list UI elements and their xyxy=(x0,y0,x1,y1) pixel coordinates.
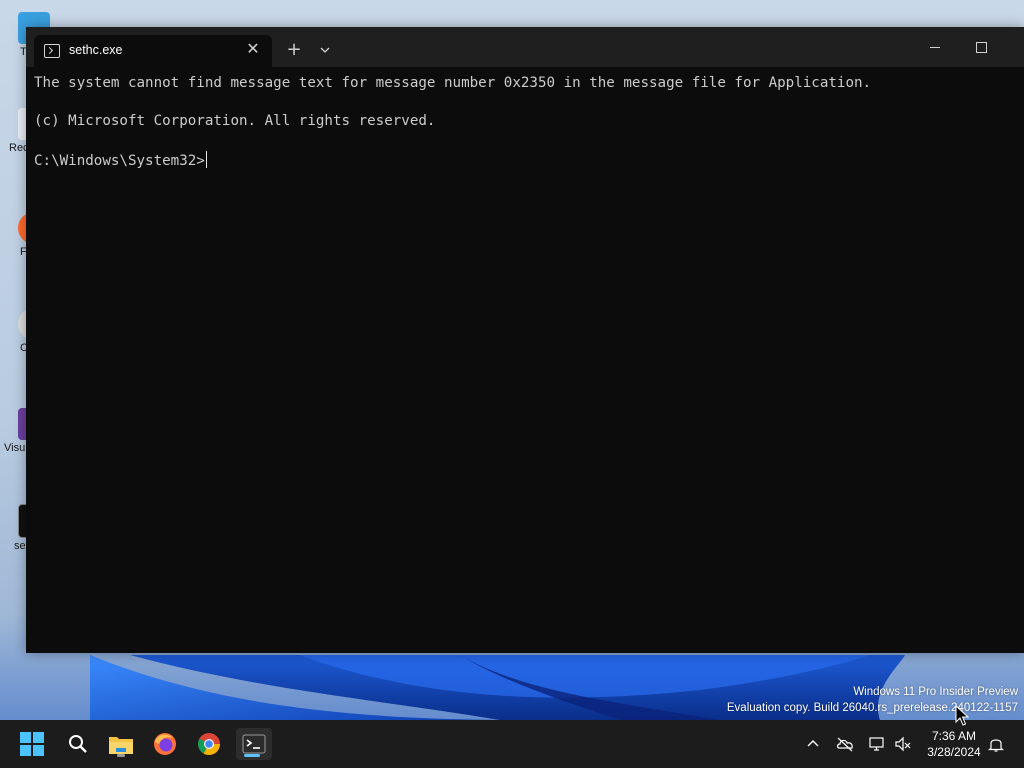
console-output[interactable]: The system cannot find message text for … xyxy=(34,75,1014,645)
watermark-edition: Windows 11 Pro Insider Preview xyxy=(853,686,1018,698)
volume-status[interactable] xyxy=(893,734,913,754)
active-indicator xyxy=(244,754,260,757)
taskbar: 7:36 AM 3/28/2024 xyxy=(0,720,1024,768)
chevron-up-icon xyxy=(807,740,819,747)
minimize-button[interactable] xyxy=(912,33,958,61)
tab-title: sethc.exe xyxy=(69,43,123,57)
firefox-button[interactable] xyxy=(149,728,181,760)
notifications-button[interactable] xyxy=(986,734,1006,754)
onedrive-offline-icon xyxy=(837,737,853,752)
chrome-icon xyxy=(198,733,220,755)
title-bar[interactable]: sethc.exe ✕ + xyxy=(26,27,1024,67)
notification-bell-icon xyxy=(988,739,1004,752)
prompt-text: C:\Windows\System32> xyxy=(34,153,205,169)
windows-logo-icon xyxy=(20,732,44,756)
file-explorer-button[interactable] xyxy=(105,728,137,760)
prompt-line[interactable]: C:\Windows\System32> xyxy=(34,151,207,169)
search-icon xyxy=(69,735,87,753)
network-status[interactable] xyxy=(867,734,887,754)
new-tab-dropdown-button[interactable] xyxy=(316,40,334,60)
network-icon xyxy=(869,737,884,751)
chevron-down-icon xyxy=(320,47,330,53)
running-indicator xyxy=(117,754,125,757)
maximize-button[interactable] xyxy=(958,33,1004,61)
watermark-build: Evaluation copy. Build 26040.rs_prerelea… xyxy=(726,702,1018,714)
console-line: The system cannot find message text for … xyxy=(34,75,872,91)
console-line: (c) Microsoft Corporation. All rights re… xyxy=(34,113,436,129)
new-tab-button[interactable]: + xyxy=(284,40,304,60)
onedrive-status[interactable] xyxy=(835,734,855,754)
system-clock[interactable]: 7:36 AM 3/28/2024 xyxy=(918,728,990,760)
firefox-icon xyxy=(154,733,176,755)
search-button[interactable] xyxy=(62,728,94,760)
volume-muted-icon xyxy=(895,736,911,752)
show-hidden-icons-button[interactable] xyxy=(803,734,823,754)
clock-date: 3/28/2024 xyxy=(927,745,981,759)
terminal-window[interactable]: sethc.exe ✕ + The system cannot find mes… xyxy=(26,27,1024,653)
clock-time: 7:36 AM xyxy=(931,729,977,743)
text-cursor xyxy=(205,151,207,168)
start-button[interactable] xyxy=(16,728,48,760)
terminal-button[interactable] xyxy=(236,728,272,760)
mouse-pointer-icon xyxy=(955,705,969,726)
console-icon xyxy=(44,44,60,58)
chrome-button[interactable] xyxy=(193,728,225,760)
tab-sethc[interactable]: sethc.exe ✕ xyxy=(34,35,272,67)
close-tab-button[interactable]: ✕ xyxy=(244,40,262,58)
